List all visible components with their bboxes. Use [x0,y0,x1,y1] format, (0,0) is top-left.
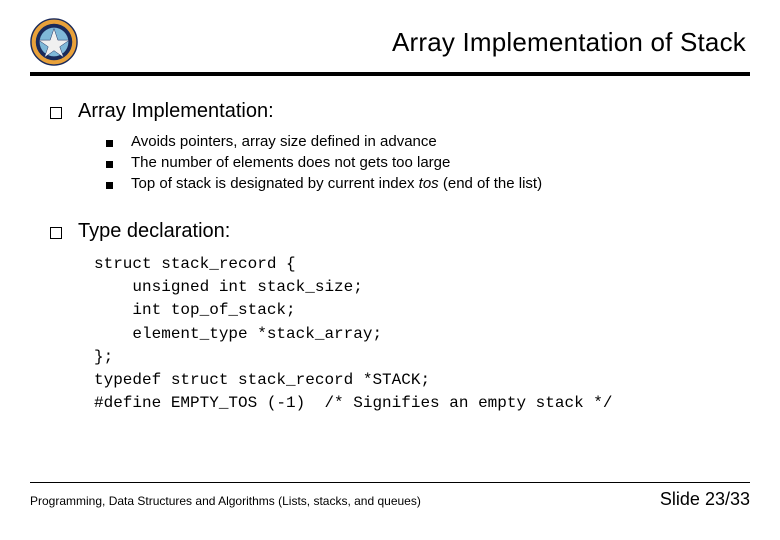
slide-number: Slide 23/33 [660,489,750,510]
bullet-text: Top of stack is designated by current in… [131,175,542,192]
small-square-bullet-icon [106,182,113,189]
bullet-text: Avoids pointers, array size defined in a… [131,133,437,150]
section-heading: Type declaration: [50,220,740,243]
bullet-list: Avoids pointers, array size defined in a… [106,133,740,192]
slide-footer: Programming, Data Structures and Algorit… [30,482,750,510]
small-square-bullet-icon [106,161,113,168]
square-bullet-icon [50,107,62,119]
slide-header: Array Implementation of Stack [30,18,750,76]
heading-text: Type declaration: [78,220,230,243]
slide-content: Array Implementation: Avoids pointers, a… [30,76,750,415]
code-block: struct stack_record { unsigned int stack… [94,253,740,415]
bullet-text: The number of elements does not gets too… [131,154,450,171]
small-square-bullet-icon [106,140,113,147]
heading-text: Array Implementation: [78,100,274,123]
slide: Array Implementation of Stack Array Impl… [0,0,780,540]
square-bullet-icon [50,227,62,239]
list-item: Avoids pointers, array size defined in a… [106,133,740,150]
section-heading: Array Implementation: [50,100,740,123]
list-item: The number of elements does not gets too… [106,154,740,171]
logo-seal-icon [30,18,78,66]
list-item: Top of stack is designated by current in… [106,175,740,192]
footer-course-title: Programming, Data Structures and Algorit… [30,494,421,508]
slide-title: Array Implementation of Stack [88,27,750,58]
